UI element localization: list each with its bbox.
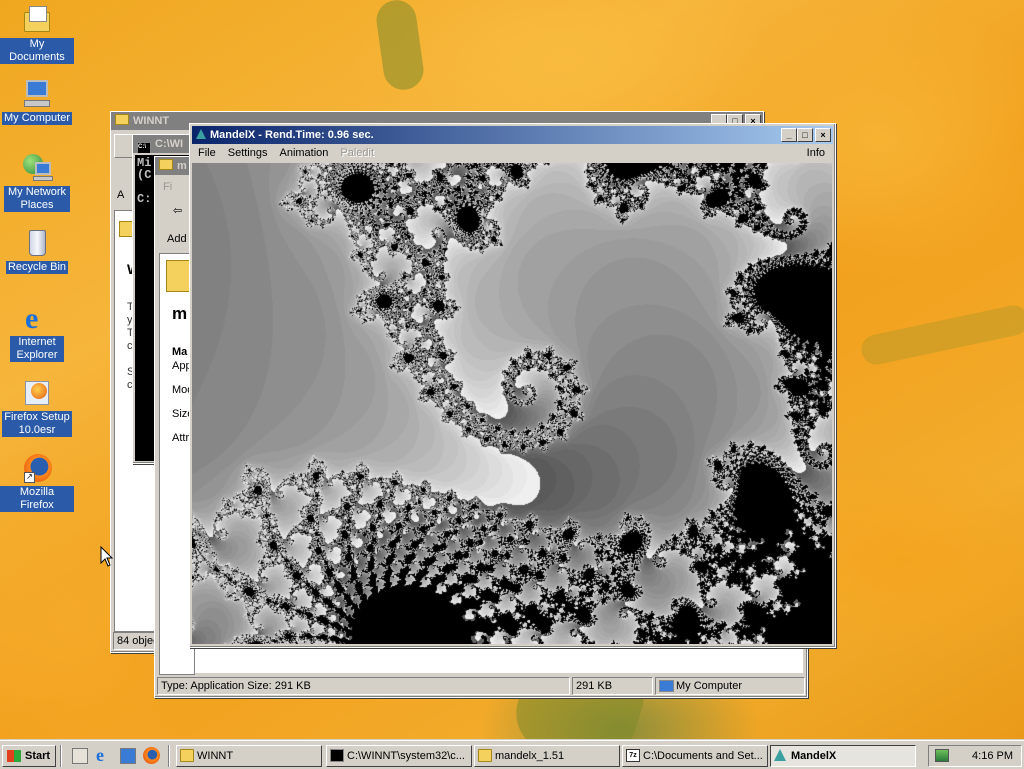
- winnt-title: WINNT: [133, 115, 170, 127]
- folder-small-icon: [115, 114, 129, 125]
- internet-explorer-icon: e: [25, 302, 39, 335]
- desktop-icon-label: Firefox Setup 10.0esr: [2, 411, 72, 437]
- taskbar-button-mandelx-folder[interactable]: mandelx_1.51: [474, 745, 620, 767]
- desktop-icon-my-computer[interactable]: My Computer: [0, 78, 74, 125]
- windows-logo-icon: [7, 750, 21, 762]
- outlook-express-icon[interactable]: [120, 748, 136, 764]
- taskbar-button-cmd[interactable]: C:\WINNT\system32\c...: [326, 745, 472, 767]
- 7zip-icon: 7z: [626, 749, 640, 762]
- fractal-canvas-area[interactable]: [192, 163, 832, 644]
- folder-small-icon: [159, 159, 173, 170]
- folder-icon: [478, 749, 492, 762]
- menu-file[interactable]: File: [192, 144, 222, 162]
- desktop-icon-mozilla-firefox[interactable]: ↗ Mozilla Firefox: [0, 452, 74, 512]
- network-icon: [21, 152, 53, 184]
- taskbar-button-mandelx[interactable]: MandelX: [770, 745, 916, 767]
- mandelx-window[interactable]: MandelX - Rend.Time: 0.96 sec. _ □ × Fil…: [189, 123, 836, 648]
- mandelx-app-icon: [774, 749, 786, 761]
- desktop-icon-internet-explorer[interactable]: e Internet Explorer: [0, 302, 74, 362]
- close-button[interactable]: ×: [815, 128, 831, 142]
- folder-icon: [180, 749, 194, 762]
- computer-icon: [21, 78, 53, 110]
- taskbar-button-label: C:\WINNT\system32\c...: [347, 750, 465, 762]
- system-tray: 4:16 PM: [928, 745, 1022, 767]
- folder-statusbar: Type: Application Size: 291 KB 291 KB My…: [157, 677, 805, 695]
- desktop-icon-label: Mozilla Firefox: [0, 486, 74, 512]
- desktop: My Documents My Computer My Network Plac…: [0, 0, 1024, 740]
- folder-title: m: [177, 160, 187, 172]
- mandelx-titlebar[interactable]: MandelX - Rend.Time: 0.96 sec. _ □ ×: [192, 126, 833, 144]
- folder-info-attributes: Attr: [172, 432, 190, 444]
- taskbar-button-label: MandelX: [791, 750, 837, 762]
- taskbar-button-winnt[interactable]: WINNT: [176, 745, 322, 767]
- internet-explorer-icon[interactable]: e: [96, 745, 104, 765]
- folder-address-label: Add: [167, 233, 187, 245]
- fractal-image[interactable]: [192, 163, 832, 644]
- desktop-icon-label: My Computer: [1, 112, 73, 125]
- desktop-icon-label: My Network Places: [4, 186, 70, 212]
- folder-info-name: Ma: [172, 346, 188, 358]
- cmd-titlebar[interactable]: C:\ C:\WI: [133, 135, 193, 153]
- firefox-icon: ↗: [21, 452, 53, 484]
- cmd-small-icon: C:\: [137, 142, 151, 153]
- folder-info-heading: m: [172, 304, 188, 323]
- cmd-icon: [330, 749, 344, 762]
- taskbar-separator: [168, 745, 170, 767]
- clock[interactable]: 4:16 PM: [972, 746, 1013, 766]
- taskbar-button-label: C:\Documents and Set...: [643, 750, 763, 762]
- desktop-icon-firefox-setup[interactable]: Firefox Setup 10.0esr: [0, 377, 74, 437]
- menu-info[interactable]: Info: [801, 144, 831, 162]
- status-size: 291 KB: [572, 677, 653, 695]
- computer-icon: [659, 680, 674, 692]
- desktop-icon-label: Recycle Bin: [5, 261, 69, 274]
- taskbar-button-7zip[interactable]: 7z C:\Documents and Set...: [622, 745, 768, 767]
- menu-settings[interactable]: Settings: [222, 144, 274, 162]
- folder-menu-file[interactable]: Fi: [163, 181, 172, 193]
- wallpaper-stem: [373, 0, 427, 93]
- desktop-icon-network-places[interactable]: My Network Places: [0, 152, 74, 212]
- taskbar: Start e WINNT C:\WINNT\system32\c... man…: [0, 740, 1024, 769]
- folder-documents-icon: [21, 4, 53, 36]
- back-arrow-icon[interactable]: ⇦: [159, 201, 189, 221]
- start-label: Start: [25, 750, 51, 762]
- desktop-icon-recycle-bin[interactable]: Recycle Bin: [0, 227, 74, 274]
- menu-paledit: Paledit: [340, 147, 375, 159]
- status-selection: Type: Application Size: 291 KB: [157, 677, 570, 695]
- desktop-icon-my-documents[interactable]: My Documents: [0, 4, 74, 64]
- minimize-button[interactable]: _: [781, 128, 797, 142]
- wallpaper-petal-shade: [858, 302, 1024, 368]
- mandelx-app-icon: [196, 129, 206, 139]
- mandelx-title: MandelX - Rend.Time: 0.96 sec.: [210, 129, 374, 141]
- recycle-bin-icon: [21, 227, 53, 259]
- show-desktop-icon[interactable]: [72, 748, 88, 764]
- taskbar-button-label: WINNT: [197, 750, 234, 762]
- desktop-icon-label: My Documents: [0, 38, 74, 64]
- status-zone-label: My Computer: [676, 680, 743, 692]
- cmd-title: C:\WI: [155, 138, 184, 150]
- taskbar-button-label: mandelx_1.51: [495, 750, 565, 762]
- mandelx-menubar: File Settings Animation Paledit Info: [190, 144, 835, 162]
- menu-animation[interactable]: Animation: [273, 144, 334, 162]
- start-button[interactable]: Start: [2, 745, 56, 767]
- firefox-icon[interactable]: [143, 747, 160, 764]
- status-zone: My Computer: [655, 677, 805, 695]
- mouse-cursor-icon: [100, 546, 114, 567]
- network-tray-icon[interactable]: [935, 749, 949, 762]
- taskbar-separator: [60, 745, 62, 767]
- firefox-setup-icon: [21, 377, 53, 409]
- maximize-button[interactable]: □: [797, 128, 813, 142]
- desktop-icon-label: Internet Explorer: [10, 336, 64, 362]
